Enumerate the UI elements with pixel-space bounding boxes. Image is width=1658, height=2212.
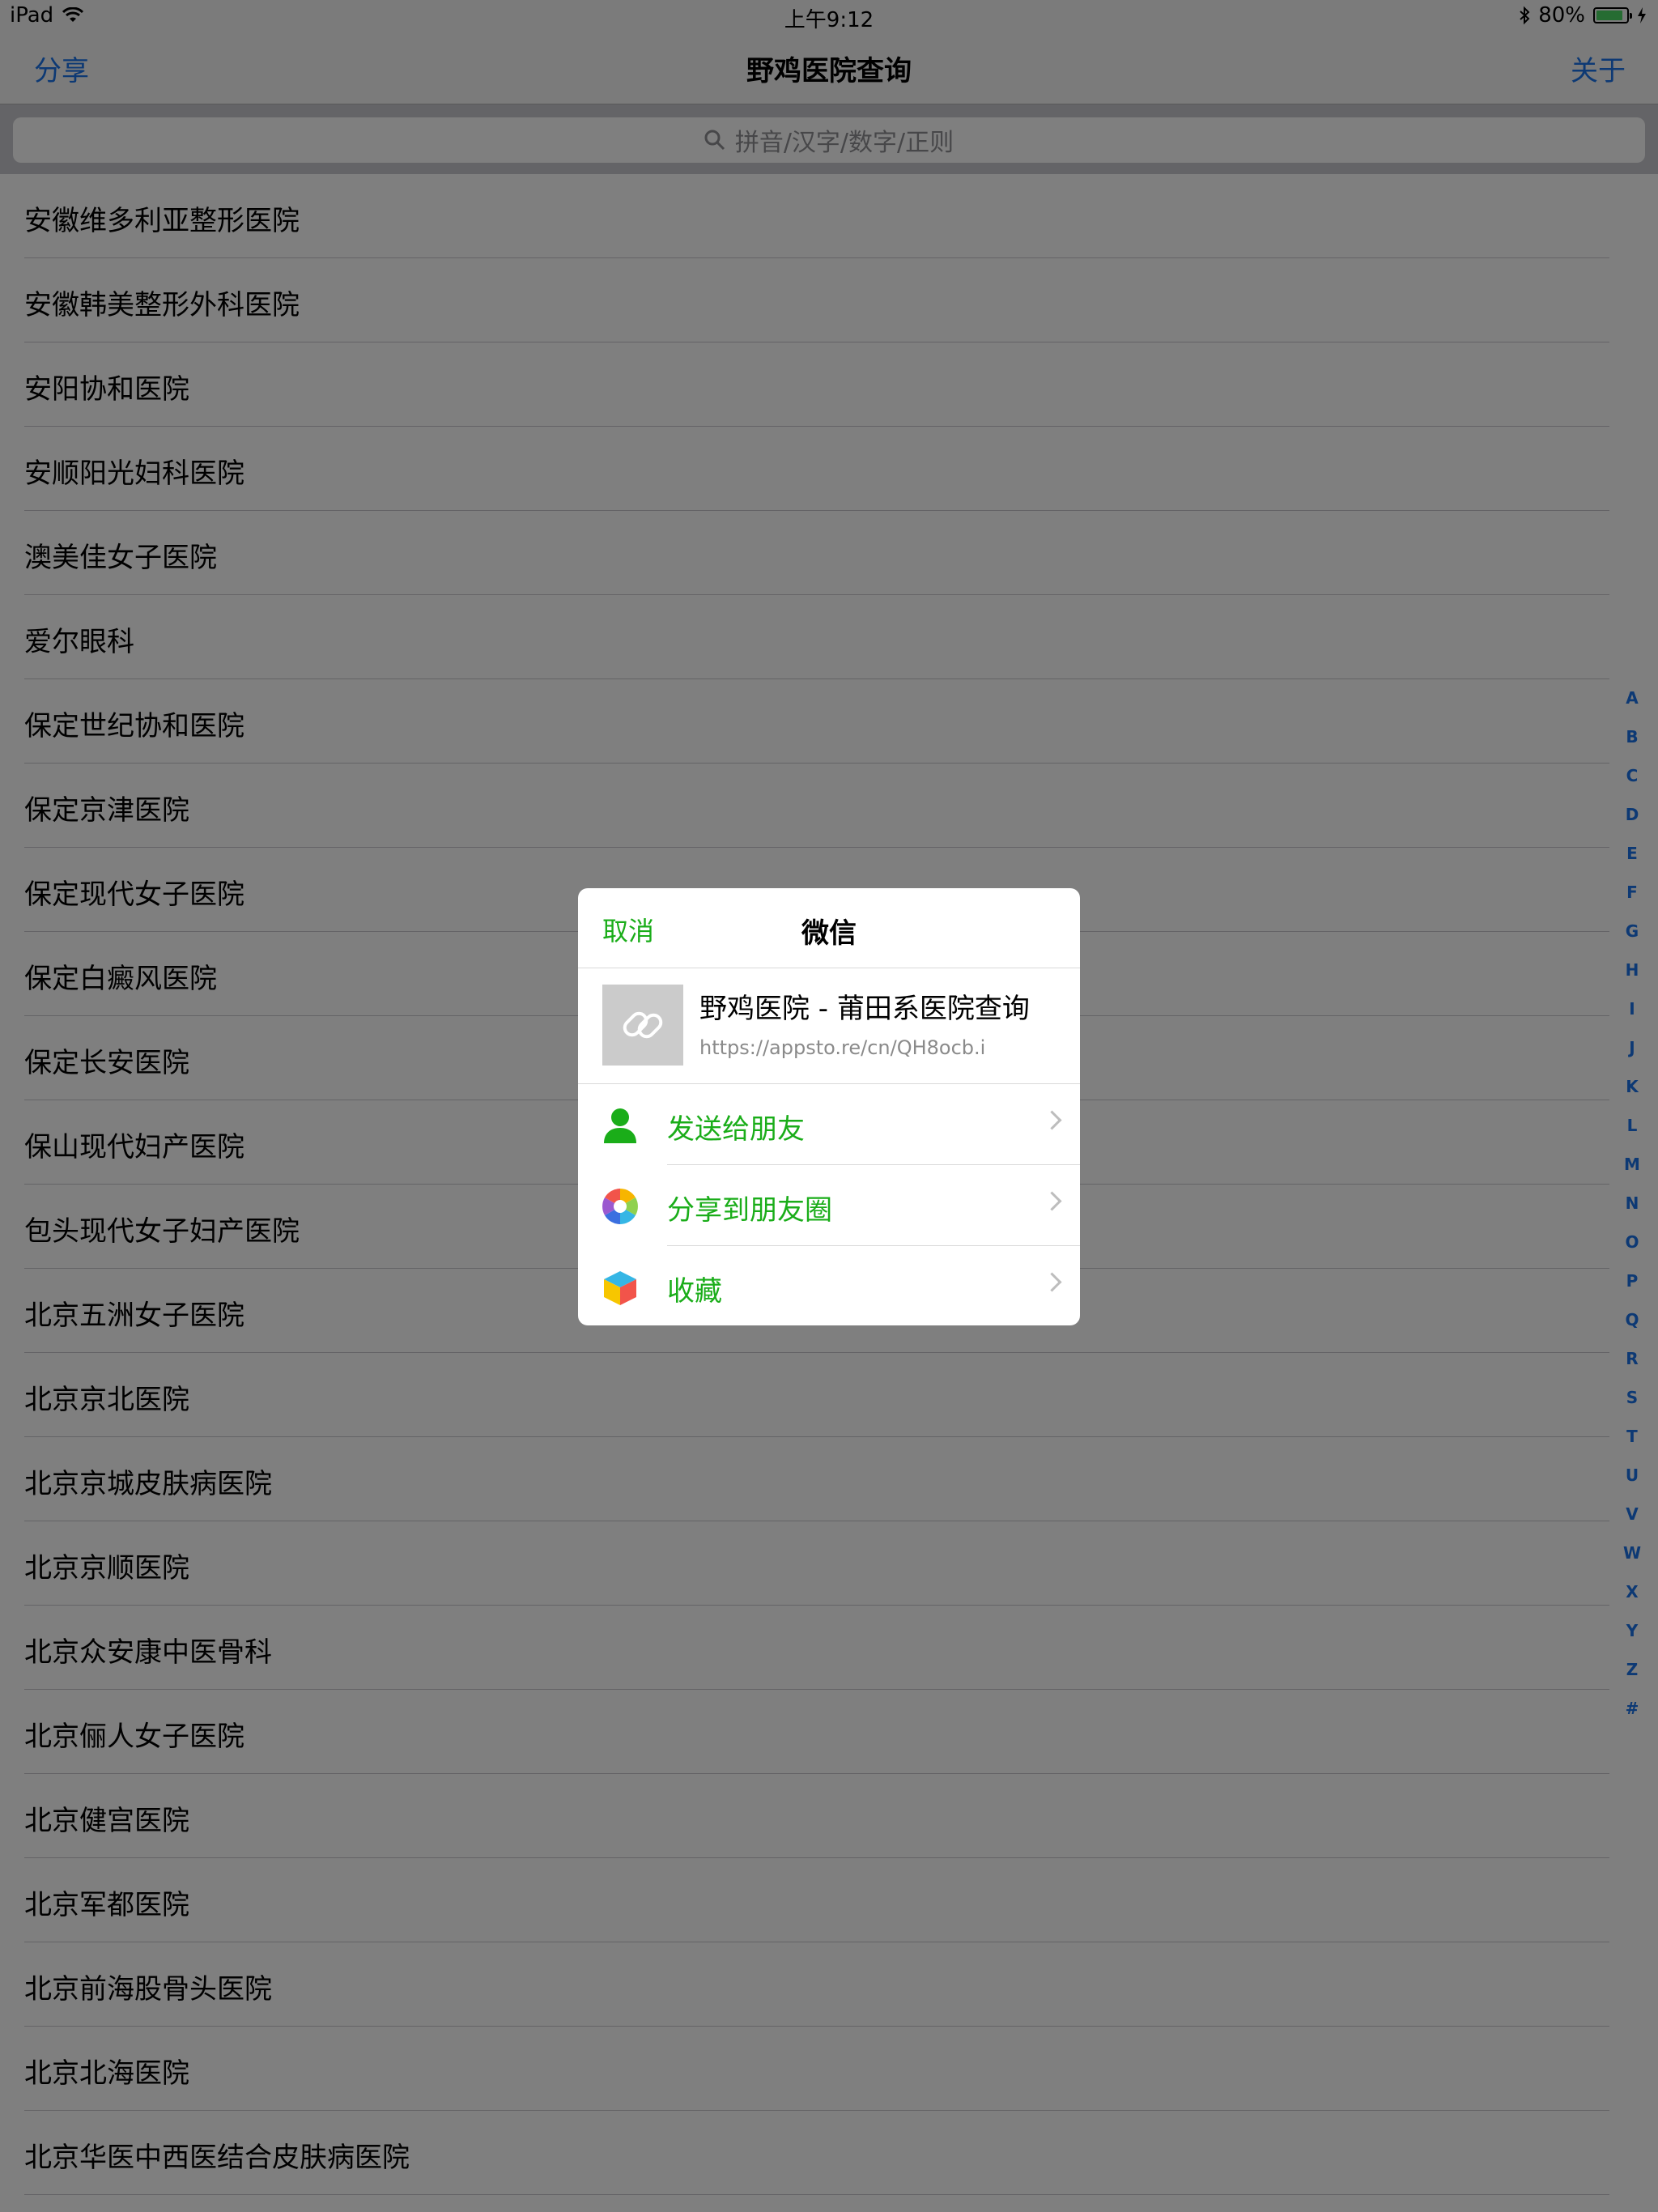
- send-to-friend-label: 发送给朋友: [667, 1113, 805, 1146]
- link-thumbnail: [602, 985, 683, 1066]
- favorites-cube-icon: [604, 1271, 636, 1305]
- link-url: https://appsto.re/cn/QH8ocb.i: [699, 1036, 986, 1059]
- shared-link-preview: 野鸡医院 - 莆田系医院查询 https://appsto.re/cn/QH8o…: [578, 968, 1080, 1084]
- chevron-right-icon: [1042, 1191, 1062, 1211]
- link-icon: [623, 1011, 663, 1039]
- chevron-right-icon: [1042, 1272, 1062, 1292]
- favorites-label: 收藏: [667, 1275, 722, 1308]
- dialog-header: 取消 微信: [578, 888, 1080, 968]
- link-title: 野鸡医院 - 莆田系医院查询: [699, 993, 1030, 1025]
- share-to-moments-label: 分享到朋友圈: [667, 1194, 832, 1227]
- send-to-friend-button[interactable]: 发送给朋友: [578, 1084, 1080, 1165]
- chevron-right-icon: [1042, 1110, 1062, 1130]
- favorites-button[interactable]: 收藏: [578, 1246, 1080, 1325]
- person-icon: [604, 1108, 636, 1143]
- share-to-moments-button[interactable]: 分享到朋友圈: [578, 1165, 1080, 1246]
- wechat-share-dialog: 取消 微信 野鸡医院 - 莆田系医院查询 https://appsto.re/c…: [578, 888, 1080, 1325]
- moments-icon: [602, 1189, 638, 1224]
- dialog-title: 微信: [801, 917, 857, 950]
